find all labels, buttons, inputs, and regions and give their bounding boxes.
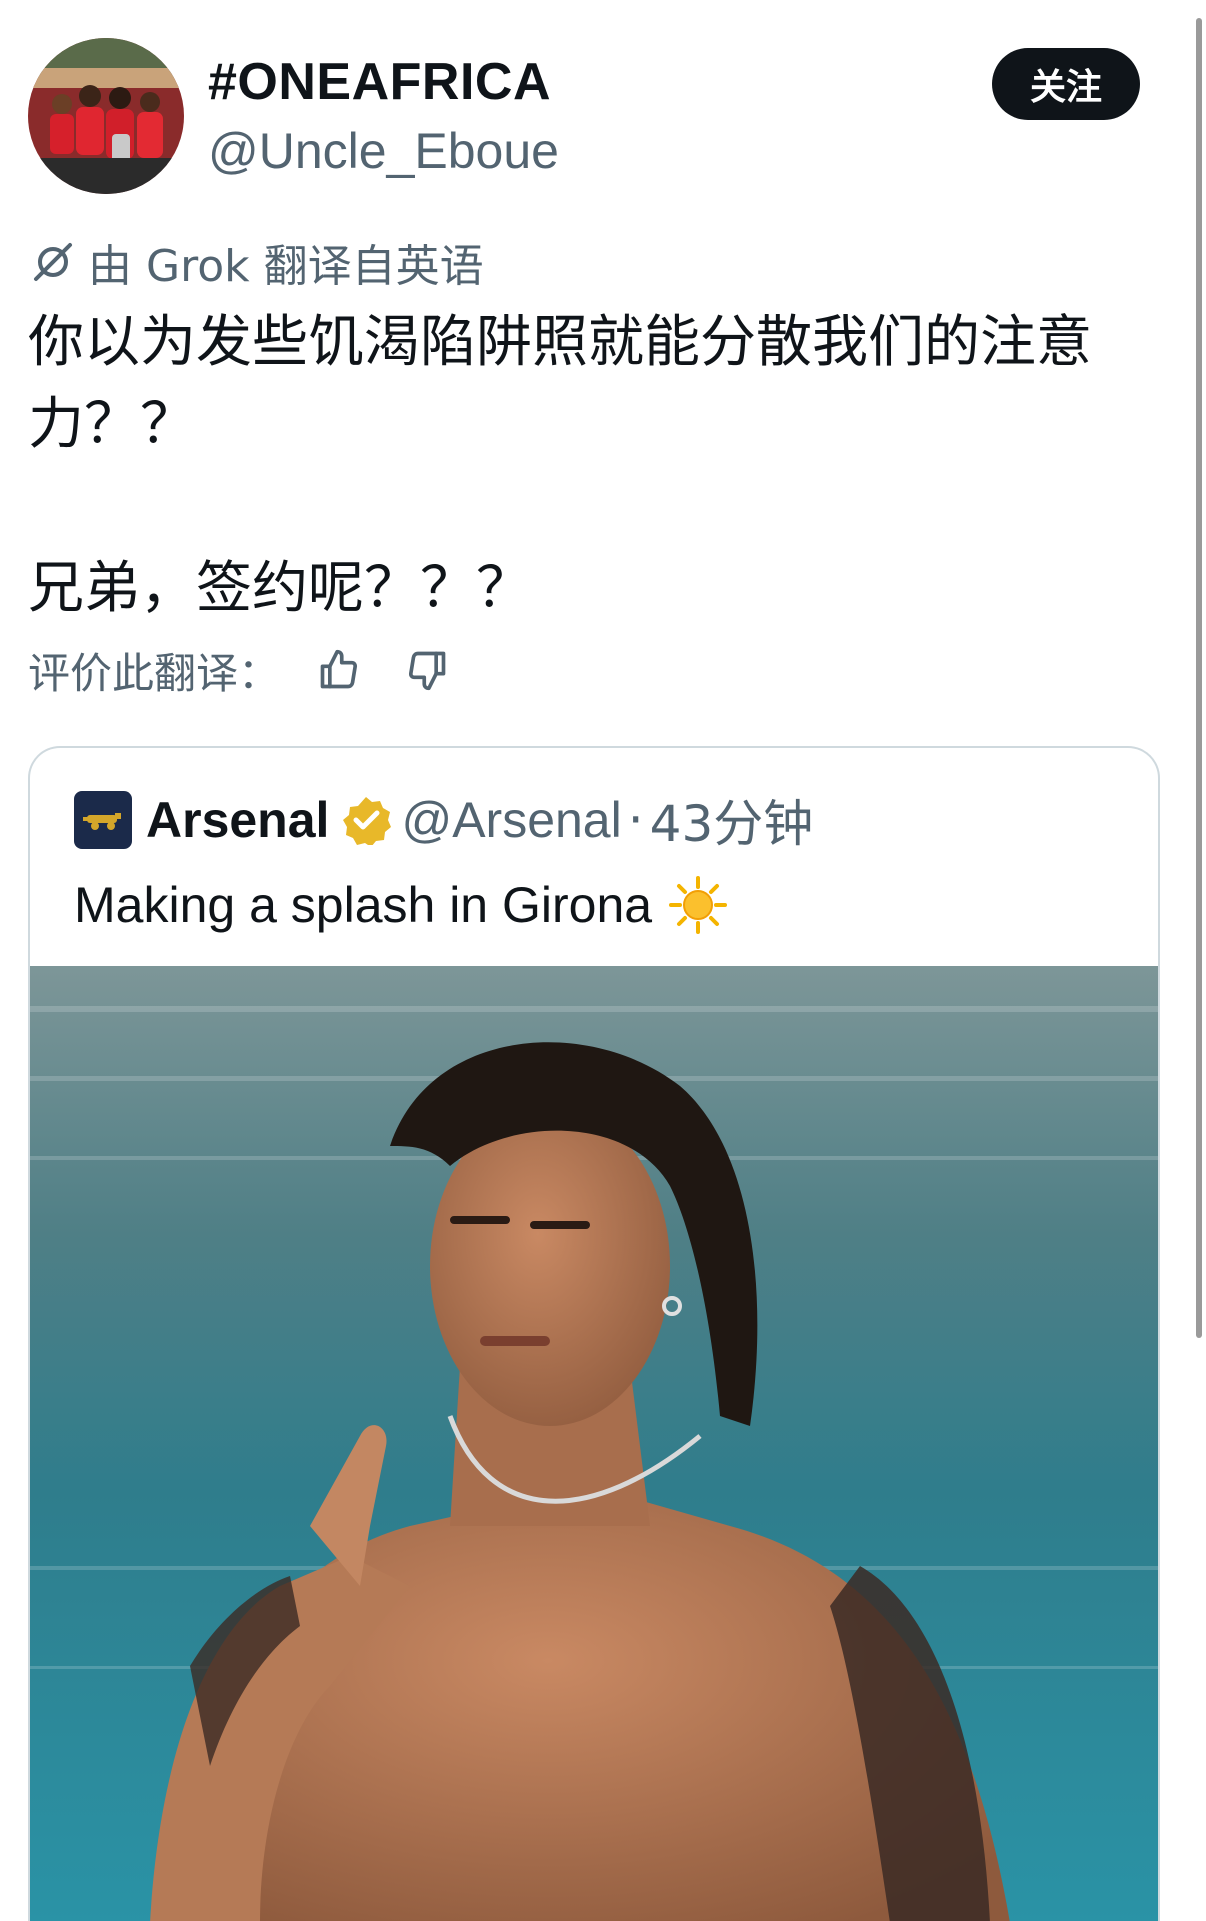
thumbs-up-icon[interactable]	[310, 641, 368, 699]
follow-button[interactable]: 关注	[992, 48, 1140, 120]
rate-translation-row: 评价此翻译：	[28, 640, 456, 700]
quoted-text-content: Making a splash in Girona	[74, 877, 653, 933]
quoted-timestamp[interactable]: 43分钟	[650, 784, 814, 856]
rate-translation-label: 评价此翻译：	[28, 648, 281, 698]
quoted-author-name[interactable]: Arsenal	[146, 791, 329, 849]
sun-emoji-icon	[669, 876, 728, 934]
author-display-name[interactable]: #ONEAFRICA	[208, 52, 551, 112]
author-handle[interactable]: @Uncle_Eboue	[208, 122, 559, 180]
tweet-text: 你以为发些饥渴陷阱照就能分散我们的注意力？？ 兄弟，签约呢？？？	[28, 302, 1168, 630]
quoted-tweet-text: Making a splash in Girona	[74, 872, 728, 938]
tweet-text-line: 兄弟，签约呢？？？	[28, 556, 532, 621]
page-scrollbar[interactable]	[1196, 18, 1202, 1338]
translation-attribution: 由 Grok 翻译自英语	[28, 234, 484, 292]
post-header: #ONEAFRICA @Uncle_Eboue 关注	[28, 38, 1158, 198]
thumbs-down-icon[interactable]	[398, 641, 456, 699]
translated-by-text: 由 Grok 翻译自英语	[88, 241, 484, 292]
quoted-tweet-photo[interactable]	[30, 966, 1158, 1921]
tweet-text-line: 你以为发些饥渴陷阱照就能分散我们的注意力？？	[28, 310, 1092, 457]
quoted-tweet-header: Arsenal @Arsenal · 43分钟	[74, 790, 813, 853]
quoted-tweet-card[interactable]: Arsenal @Arsenal · 43分钟 Making a splash …	[28, 746, 1160, 1921]
quoted-author-handle[interactable]: @Arsenal	[401, 791, 621, 849]
verified-badge-icon	[343, 797, 392, 845]
author-avatar[interactable]	[28, 38, 184, 194]
grok-slash-icon	[34, 243, 72, 281]
separator-dot: ·	[627, 791, 644, 849]
arsenal-crest-icon[interactable]	[74, 791, 132, 849]
